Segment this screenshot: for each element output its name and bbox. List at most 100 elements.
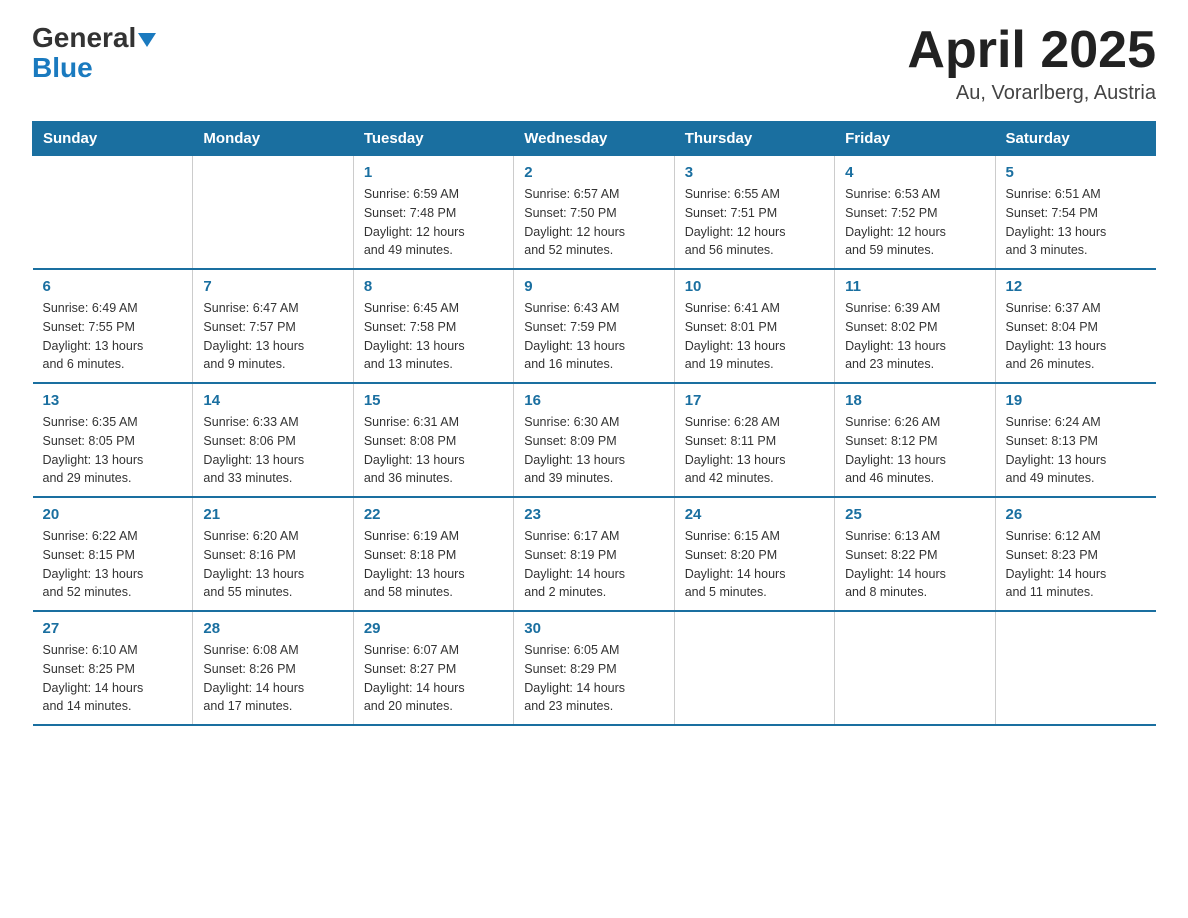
header-row: SundayMondayTuesdayWednesdayThursdayFrid… xyxy=(33,122,1156,156)
calendar-cell xyxy=(835,611,995,725)
calendar-cell: 14 Sunrise: 6:33 AM Sunset: 8:06 PM Dayli… xyxy=(193,383,353,497)
day-number: 28 xyxy=(203,620,342,637)
logo-triangle-icon xyxy=(138,33,156,47)
day-info: Sunrise: 6:30 AM Sunset: 8:09 PM Dayligh… xyxy=(524,413,663,488)
day-info: Sunrise: 6:37 AM Sunset: 8:04 PM Dayligh… xyxy=(1006,299,1146,374)
week-row-5: 27 Sunrise: 6:10 AM Sunset: 8:25 PM Dayli… xyxy=(33,611,1156,725)
week-row-2: 6 Sunrise: 6:49 AM Sunset: 7:55 PM Daylig… xyxy=(33,269,1156,383)
day-info: Sunrise: 6:49 AM Sunset: 7:55 PM Dayligh… xyxy=(43,299,183,374)
calendar-cell: 7Sunrise: 6:47 AM Sunset: 7:57 PM Daylig… xyxy=(193,269,353,383)
logo-blue: Blue xyxy=(32,52,93,83)
calendar-cell: 30 Sunrise: 6:05 AM Sunset: 8:29 PM Dayli… xyxy=(514,611,674,725)
day-info: Sunrise: 6:07 AM Sunset: 8:27 PM Dayligh… xyxy=(364,641,503,716)
day-number: 22 xyxy=(364,506,503,523)
day-info: Sunrise: 6:12 AM Sunset: 8:23 PM Dayligh… xyxy=(1006,527,1146,602)
day-info: Sunrise: 6:22 AM Sunset: 8:15 PM Dayligh… xyxy=(43,527,183,602)
calendar-cell: 22 Sunrise: 6:19 AM Sunset: 8:18 PM Dayli… xyxy=(353,497,513,611)
day-number: 14 xyxy=(203,392,342,409)
logo: General Blue xyxy=(32,24,156,84)
week-row-1: 1Sunrise: 6:59 AM Sunset: 7:48 PM Daylig… xyxy=(33,156,1156,270)
day-info: Sunrise: 6:10 AM Sunset: 8:25 PM Dayligh… xyxy=(43,641,183,716)
day-number: 27 xyxy=(43,620,183,637)
calendar-cell: 29 Sunrise: 6:07 AM Sunset: 8:27 PM Dayli… xyxy=(353,611,513,725)
title-section: April 2025 Au, Vorarlberg, Austria xyxy=(907,24,1156,105)
calendar-cell: 19 Sunrise: 6:24 AM Sunset: 8:13 PM Dayli… xyxy=(995,383,1155,497)
day-info: Sunrise: 6:28 AM Sunset: 8:11 PM Dayligh… xyxy=(685,413,824,488)
day-number: 9 xyxy=(524,278,663,295)
calendar-cell: 8 Sunrise: 6:45 AM Sunset: 7:58 PM Daylig… xyxy=(353,269,513,383)
day-number: 16 xyxy=(524,392,663,409)
day-info: Sunrise: 6:39 AM Sunset: 8:02 PM Dayligh… xyxy=(845,299,984,374)
header-cell-wednesday: Wednesday xyxy=(514,122,674,156)
day-info: Sunrise: 6:43 AM Sunset: 7:59 PM Dayligh… xyxy=(524,299,663,374)
header-cell-friday: Friday xyxy=(835,122,995,156)
calendar-body: 1Sunrise: 6:59 AM Sunset: 7:48 PM Daylig… xyxy=(33,156,1156,726)
day-info: Sunrise: 6:19 AM Sunset: 8:18 PM Dayligh… xyxy=(364,527,503,602)
day-number: 13 xyxy=(43,392,183,409)
calendar-cell: 1Sunrise: 6:59 AM Sunset: 7:48 PM Daylig… xyxy=(353,156,513,270)
calendar-cell xyxy=(193,156,353,270)
day-number: 23 xyxy=(524,506,663,523)
day-info: Sunrise: 6:17 AM Sunset: 8:19 PM Dayligh… xyxy=(524,527,663,602)
day-number: 20 xyxy=(43,506,183,523)
day-number: 25 xyxy=(845,506,984,523)
calendar-cell xyxy=(995,611,1155,725)
calendar-cell: 28 Sunrise: 6:08 AM Sunset: 8:26 PM Dayli… xyxy=(193,611,353,725)
calendar-cell: 5 Sunrise: 6:51 AM Sunset: 7:54 PM Daylig… xyxy=(995,156,1155,270)
day-info: Sunrise: 6:08 AM Sunset: 8:26 PM Dayligh… xyxy=(203,641,342,716)
day-info: Sunrise: 6:35 AM Sunset: 8:05 PM Dayligh… xyxy=(43,413,183,488)
day-number: 3 xyxy=(685,164,824,181)
day-number: 26 xyxy=(1006,506,1146,523)
day-number: 6 xyxy=(43,278,183,295)
day-info: Sunrise: 6:33 AM Sunset: 8:06 PM Dayligh… xyxy=(203,413,342,488)
calendar-cell: 10Sunrise: 6:41 AM Sunset: 8:01 PM Dayli… xyxy=(674,269,834,383)
day-number: 7 xyxy=(203,278,342,295)
calendar-cell: 25 Sunrise: 6:13 AM Sunset: 8:22 PM Dayli… xyxy=(835,497,995,611)
calendar-cell: 23 Sunrise: 6:17 AM Sunset: 8:19 PM Dayli… xyxy=(514,497,674,611)
day-number: 5 xyxy=(1006,164,1146,181)
day-number: 8 xyxy=(364,278,503,295)
day-number: 29 xyxy=(364,620,503,637)
week-row-4: 20 Sunrise: 6:22 AM Sunset: 8:15 PM Dayli… xyxy=(33,497,1156,611)
day-info: Sunrise: 6:05 AM Sunset: 8:29 PM Dayligh… xyxy=(524,641,663,716)
calendar-cell xyxy=(674,611,834,725)
calendar-cell: 17 Sunrise: 6:28 AM Sunset: 8:11 PM Dayli… xyxy=(674,383,834,497)
header-cell-monday: Monday xyxy=(193,122,353,156)
week-row-3: 13 Sunrise: 6:35 AM Sunset: 8:05 PM Dayli… xyxy=(33,383,1156,497)
day-info: Sunrise: 6:13 AM Sunset: 8:22 PM Dayligh… xyxy=(845,527,984,602)
day-number: 15 xyxy=(364,392,503,409)
day-number: 17 xyxy=(685,392,824,409)
calendar-cell: 12 Sunrise: 6:37 AM Sunset: 8:04 PM Dayli… xyxy=(995,269,1155,383)
calendar-cell: 20 Sunrise: 6:22 AM Sunset: 8:15 PM Dayli… xyxy=(33,497,193,611)
month-title: April 2025 xyxy=(907,24,1156,76)
calendar-cell: 27 Sunrise: 6:10 AM Sunset: 8:25 PM Dayli… xyxy=(33,611,193,725)
header-cell-thursday: Thursday xyxy=(674,122,834,156)
day-number: 19 xyxy=(1006,392,1146,409)
calendar-table: SundayMondayTuesdayWednesdayThursdayFrid… xyxy=(32,121,1156,726)
calendar-cell: 15Sunrise: 6:31 AM Sunset: 8:08 PM Dayli… xyxy=(353,383,513,497)
calendar-cell: 2Sunrise: 6:57 AM Sunset: 7:50 PM Daylig… xyxy=(514,156,674,270)
day-info: Sunrise: 6:15 AM Sunset: 8:20 PM Dayligh… xyxy=(685,527,824,602)
day-number: 11 xyxy=(845,278,984,295)
page-header: General Blue April 2025 Au, Vorarlberg, … xyxy=(32,24,1156,105)
day-info: Sunrise: 6:59 AM Sunset: 7:48 PM Dayligh… xyxy=(364,185,503,260)
calendar-cell: 3 Sunrise: 6:55 AM Sunset: 7:51 PM Daylig… xyxy=(674,156,834,270)
day-info: Sunrise: 6:51 AM Sunset: 7:54 PM Dayligh… xyxy=(1006,185,1146,260)
day-info: Sunrise: 6:53 AM Sunset: 7:52 PM Dayligh… xyxy=(845,185,984,260)
day-number: 12 xyxy=(1006,278,1146,295)
header-cell-tuesday: Tuesday xyxy=(353,122,513,156)
calendar-cell xyxy=(33,156,193,270)
calendar-cell: 4Sunrise: 6:53 AM Sunset: 7:52 PM Daylig… xyxy=(835,156,995,270)
day-info: Sunrise: 6:45 AM Sunset: 7:58 PM Dayligh… xyxy=(364,299,503,374)
logo-general: General xyxy=(32,24,136,52)
day-info: Sunrise: 6:20 AM Sunset: 8:16 PM Dayligh… xyxy=(203,527,342,602)
calendar-cell: 16 Sunrise: 6:30 AM Sunset: 8:09 PM Dayli… xyxy=(514,383,674,497)
day-number: 30 xyxy=(524,620,663,637)
day-number: 24 xyxy=(685,506,824,523)
header-cell-saturday: Saturday xyxy=(995,122,1155,156)
day-info: Sunrise: 6:55 AM Sunset: 7:51 PM Dayligh… xyxy=(685,185,824,260)
day-number: 21 xyxy=(203,506,342,523)
calendar-cell: 24 Sunrise: 6:15 AM Sunset: 8:20 PM Dayli… xyxy=(674,497,834,611)
day-info: Sunrise: 6:24 AM Sunset: 8:13 PM Dayligh… xyxy=(1006,413,1146,488)
calendar-cell: 6 Sunrise: 6:49 AM Sunset: 7:55 PM Daylig… xyxy=(33,269,193,383)
